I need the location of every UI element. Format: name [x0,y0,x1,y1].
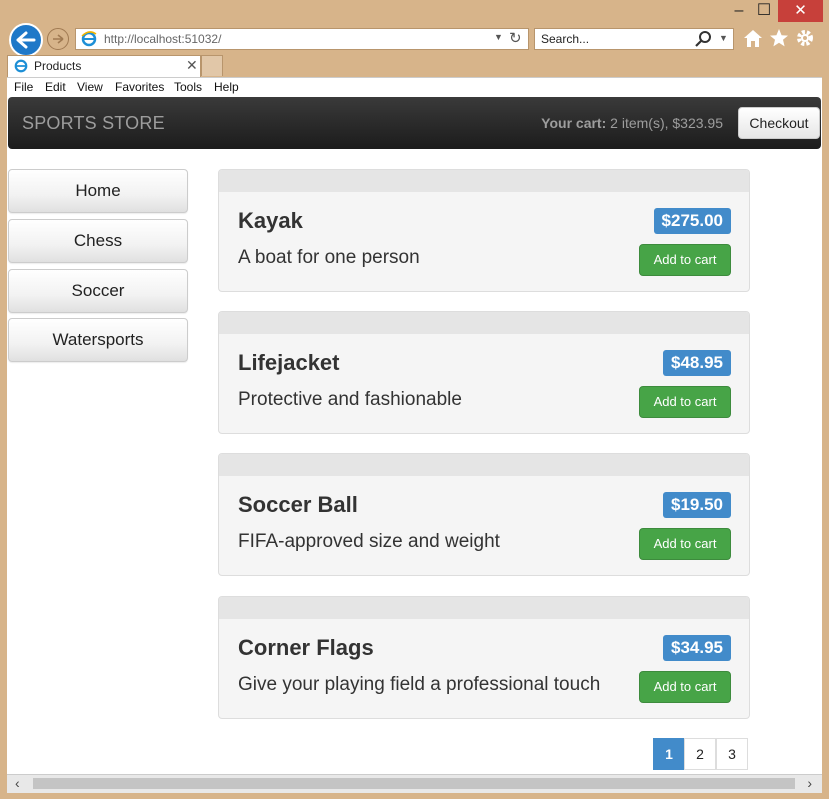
product-name: Kayak [238,208,303,233]
menu-help[interactable]: Help [214,80,239,94]
add-to-cart-button[interactable]: Add to cart [639,671,731,703]
cart-summary: Your cart: 2 item(s), $323.95 [541,115,723,131]
product-description: Protective and fashionable [238,389,462,410]
forward-button[interactable] [47,28,69,50]
category-chess[interactable]: Chess [8,219,188,263]
store-brand[interactable]: SPORTS STORE [22,113,165,134]
price-badge: $34.95 [663,635,731,661]
gear-icon[interactable] [794,27,816,54]
menu-favorites[interactable]: Favorites [115,80,164,94]
favorites-star-icon[interactable] [768,27,790,54]
category-watersports[interactable]: Watersports [8,318,188,362]
home-icon[interactable] [742,27,764,54]
page-content: SPORTS STORE Your cart: 2 item(s), $323.… [7,97,822,777]
product-description: A boat for one person [238,247,420,268]
price-badge: $275.00 [653,208,731,234]
ie-logo-icon [81,31,97,52]
new-tab-button[interactable] [201,55,223,76]
product-card-header [219,454,749,476]
category-home[interactable]: Home [8,169,188,213]
tab-products[interactable]: Products ✕ [7,55,201,77]
product-card: Soccer Ball $19.50 FIFA-approved size an… [218,453,750,576]
product-card-header [219,312,749,334]
tab-title: Products [34,59,82,73]
close-window-button[interactable]: ✕ [778,0,823,22]
browser-window: – ☐ ✕ http://localhost:51032/ ▼ ↻ Search… [0,0,829,799]
search-box[interactable]: Search... ▼ [534,28,734,50]
search-icon[interactable] [695,30,713,53]
add-to-cart-button[interactable]: Add to cart [639,528,731,560]
menu-edit[interactable]: Edit [45,80,66,94]
menu-bar: File Edit View Favorites Tools Help [7,77,822,97]
scroll-left-icon[interactable]: ‹ [15,775,20,791]
minimize-button[interactable]: – [728,0,750,22]
scrollbar-thumb[interactable] [33,778,795,789]
product-description: FIFA-approved size and weight [238,531,500,552]
search-input[interactable]: Search... [541,32,589,46]
store-navbar: SPORTS STORE Your cart: 2 item(s), $323.… [8,97,821,149]
refresh-icon[interactable]: ↻ [509,29,522,47]
scroll-right-icon[interactable]: › [807,775,812,791]
page-2-button[interactable]: 2 [684,738,716,770]
page-1-button[interactable]: 1 [653,738,685,770]
menu-file[interactable]: File [14,80,33,94]
product-name: Corner Flags [238,635,374,660]
cart-label: Your cart: [541,115,607,131]
category-soccer[interactable]: Soccer [8,269,188,313]
menu-tools[interactable]: Tools [174,80,202,94]
checkout-button[interactable]: Checkout [738,107,820,139]
back-button[interactable] [9,23,43,57]
product-name: Lifejacket [238,350,340,375]
cart-value: 2 item(s), $323.95 [610,115,723,131]
chevron-down-icon[interactable]: ▼ [719,33,728,43]
maximize-button[interactable]: ☐ [752,0,776,22]
close-tab-icon[interactable]: ✕ [186,57,198,74]
ie-logo-icon [14,59,28,78]
menu-view[interactable]: View [77,80,103,94]
add-to-cart-button[interactable]: Add to cart [639,386,731,418]
add-to-cart-button[interactable]: Add to cart [639,244,731,276]
address-bar[interactable]: http://localhost:51032/ ▼ ↻ [75,28,529,50]
product-name: Soccer Ball [238,492,358,517]
arrow-right-icon [53,34,64,44]
product-card-header [219,597,749,619]
product-description: Give your playing field a professional t… [238,674,601,695]
price-badge: $48.95 [663,350,731,376]
chevron-down-icon[interactable]: ▼ [494,32,503,42]
horizontal-scrollbar[interactable]: ‹ › [7,774,822,793]
product-card-header [219,170,749,192]
price-badge: $19.50 [663,492,731,518]
product-card: Kayak $275.00 A boat for one person Add … [218,169,750,292]
product-card: Lifejacket $48.95 Protective and fashion… [218,311,750,434]
address-text: http://localhost:51032/ [104,32,222,46]
product-card: Corner Flags $34.95 Give your playing fi… [218,596,750,719]
page-3-button[interactable]: 3 [716,738,748,770]
arrow-left-icon [16,31,36,49]
